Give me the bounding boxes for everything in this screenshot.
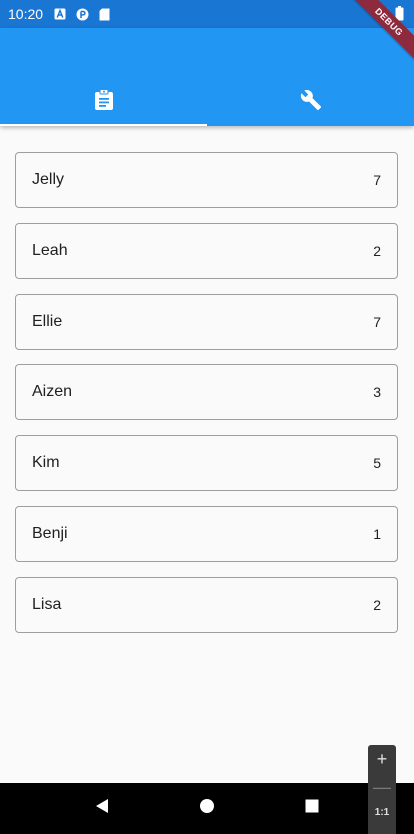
home-circle-icon (199, 798, 215, 819)
item-count: 3 (373, 384, 381, 401)
tab-bar (0, 78, 414, 126)
status-bar: 10:20 (0, 0, 414, 28)
item-name: Benji (32, 524, 68, 542)
tab-indicator (0, 124, 207, 126)
tab-settings[interactable] (207, 78, 414, 126)
item-name: Jelly (32, 171, 65, 188)
wrench-icon (300, 89, 322, 116)
system-nav-bar (0, 783, 414, 834)
item-count: 1 (373, 525, 381, 542)
zoom-out-button[interactable]: — (368, 773, 396, 801)
item-count: 7 (373, 172, 381, 188)
item-count: 7 (373, 313, 381, 330)
item-count: 5 (373, 455, 381, 472)
a-letter-icon (53, 7, 67, 21)
zoom-in-button[interactable]: + (368, 745, 396, 773)
list-item[interactable]: Lisa 2 (15, 576, 398, 633)
list-item[interactable]: Leah 2 (15, 222, 398, 279)
list-item[interactable]: Benji 1 (15, 505, 398, 562)
list-item[interactable]: Aizen 3 (15, 364, 398, 421)
zoom-ratio-button[interactable]: 1:1 (375, 801, 389, 823)
list-item[interactable]: Kim 5 (15, 435, 398, 492)
zoom-control: + — 1:1 (368, 745, 396, 834)
p-circle-icon (75, 7, 89, 21)
item-list: Jelly 7 Leah 2 Ellie 7 Aizen 3 Kim 5 Ben… (15, 152, 398, 648)
recents-button[interactable] (292, 789, 332, 829)
sd-card-icon (97, 7, 111, 21)
item-count: 2 (373, 242, 381, 259)
item-name: Aizen (32, 383, 73, 401)
list-item[interactable]: Ellie 7 (15, 293, 398, 350)
home-button[interactable] (187, 789, 227, 829)
clipboard-icon (94, 88, 114, 116)
back-button[interactable] (82, 789, 122, 829)
item-name: Leah (32, 241, 68, 259)
app-screen: 10:20 DEBUG Jelly 7 Leah 2 Ellie 7 Aizen… (0, 0, 414, 834)
item-name: Kim (32, 454, 60, 472)
item-name: Ellie (32, 312, 63, 330)
list-item[interactable]: Jelly 7 (15, 152, 398, 208)
status-time: 10:20 (8, 6, 44, 22)
back-triangle-icon (94, 798, 110, 819)
item-count: 2 (373, 596, 381, 613)
status-notification-icons (53, 7, 111, 21)
recents-square-icon (305, 799, 319, 818)
app-bar (0, 28, 414, 126)
item-name: Lisa (32, 595, 62, 613)
tab-list[interactable] (0, 78, 207, 126)
